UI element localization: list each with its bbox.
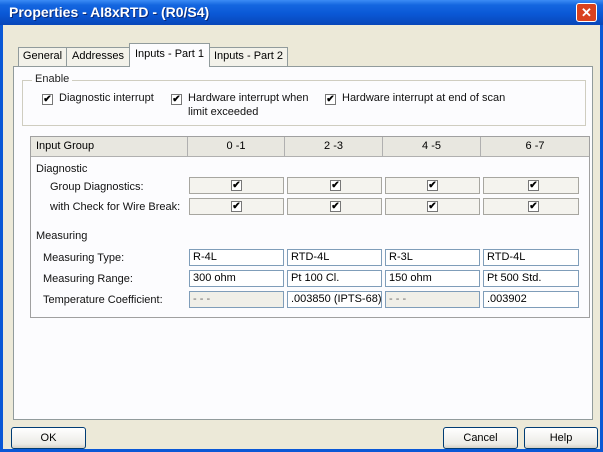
wire-break-checkbox-2[interactable]: ✔	[427, 201, 438, 212]
group-diagnostics-label: Group Diagnostics:	[50, 181, 144, 193]
group-header-6-7: 6 -7	[481, 137, 589, 157]
measuring-type-label: Measuring Type:	[43, 252, 125, 264]
measuring-range-field-2[interactable]: 150 ohm	[385, 270, 480, 287]
temp-coefficient-field-1[interactable]: .003850 (IPTS-68)	[287, 291, 382, 308]
tab-inputs-part-1[interactable]: Inputs - Part 1	[129, 43, 210, 67]
temp-coefficient-field-0: - - -	[189, 291, 284, 308]
input-group-header: Input Group	[31, 137, 188, 157]
temp-coefficient-field-3[interactable]: .003902	[483, 291, 579, 308]
hw-interrupt-end-scan-label: Hardware interrupt at end of scan	[342, 92, 506, 104]
group-diag-checkbox-0[interactable]: ✔	[231, 180, 242, 191]
measuring-range-label: Measuring Range:	[43, 273, 133, 285]
tab-addresses[interactable]: Addresses	[66, 47, 130, 66]
tab-inputs-part-2[interactable]: Inputs - Part 2	[209, 47, 288, 66]
measuring-type-field-1[interactable]: RTD-4L	[287, 249, 382, 266]
help-button[interactable]: Help	[524, 427, 598, 449]
wire-break-checkbox-0[interactable]: ✔	[231, 201, 242, 212]
window-title: Properties - AI8xRTD - (R0/S4)	[9, 4, 210, 20]
diagnostic-interrupt-label: Diagnostic interrupt	[59, 92, 154, 104]
group-header-4-5: 4 -5	[383, 137, 481, 157]
cancel-button[interactable]: Cancel	[443, 427, 518, 449]
temp-coefficient-field-2: - - -	[385, 291, 480, 308]
measuring-range-field-0[interactable]: 300 ohm	[189, 270, 284, 287]
hw-interrupt-end-scan-checkbox[interactable]: ✔	[325, 94, 336, 105]
diagnostic-interrupt-checkbox[interactable]: ✔	[42, 94, 53, 105]
group-diag-checkbox-3[interactable]: ✔	[528, 180, 539, 191]
measuring-section-label: Measuring	[36, 230, 88, 242]
group-header-2-3: 2 -3	[285, 137, 383, 157]
ok-button[interactable]: OK	[11, 427, 86, 449]
wire-break-checkbox-3[interactable]: ✔	[528, 201, 539, 212]
temperature-coefficient-label: Temperature Coefficient:	[43, 294, 163, 306]
hw-interrupt-limit-checkbox[interactable]: ✔	[171, 94, 182, 105]
diagnostic-section-label: Diagnostic	[36, 163, 88, 175]
group-diag-checkbox-2[interactable]: ✔	[427, 180, 438, 191]
hw-interrupt-limit-label-line2: limit exceeded	[188, 106, 259, 118]
window-frame-left	[0, 25, 3, 452]
measuring-type-field-3[interactable]: RTD-4L	[483, 249, 579, 266]
group-diag-checkbox-1[interactable]: ✔	[330, 180, 341, 191]
enable-legend: Enable	[32, 73, 73, 85]
wire-break-label: with Check for Wire Break:	[50, 201, 181, 213]
measuring-type-field-0[interactable]: R-4L	[189, 249, 284, 266]
measuring-range-field-3[interactable]: Pt 500 Std.	[483, 270, 579, 287]
close-button[interactable]: ✕	[576, 3, 597, 22]
tab-general[interactable]: General	[18, 47, 67, 66]
measuring-range-field-1[interactable]: Pt 100 Cl.	[287, 270, 382, 287]
measuring-type-field-2[interactable]: R-3L	[385, 249, 480, 266]
wire-break-checkbox-1[interactable]: ✔	[330, 201, 341, 212]
group-header-0-1: 0 -1	[188, 137, 285, 157]
hw-interrupt-limit-label: Hardware interrupt when	[188, 92, 309, 104]
